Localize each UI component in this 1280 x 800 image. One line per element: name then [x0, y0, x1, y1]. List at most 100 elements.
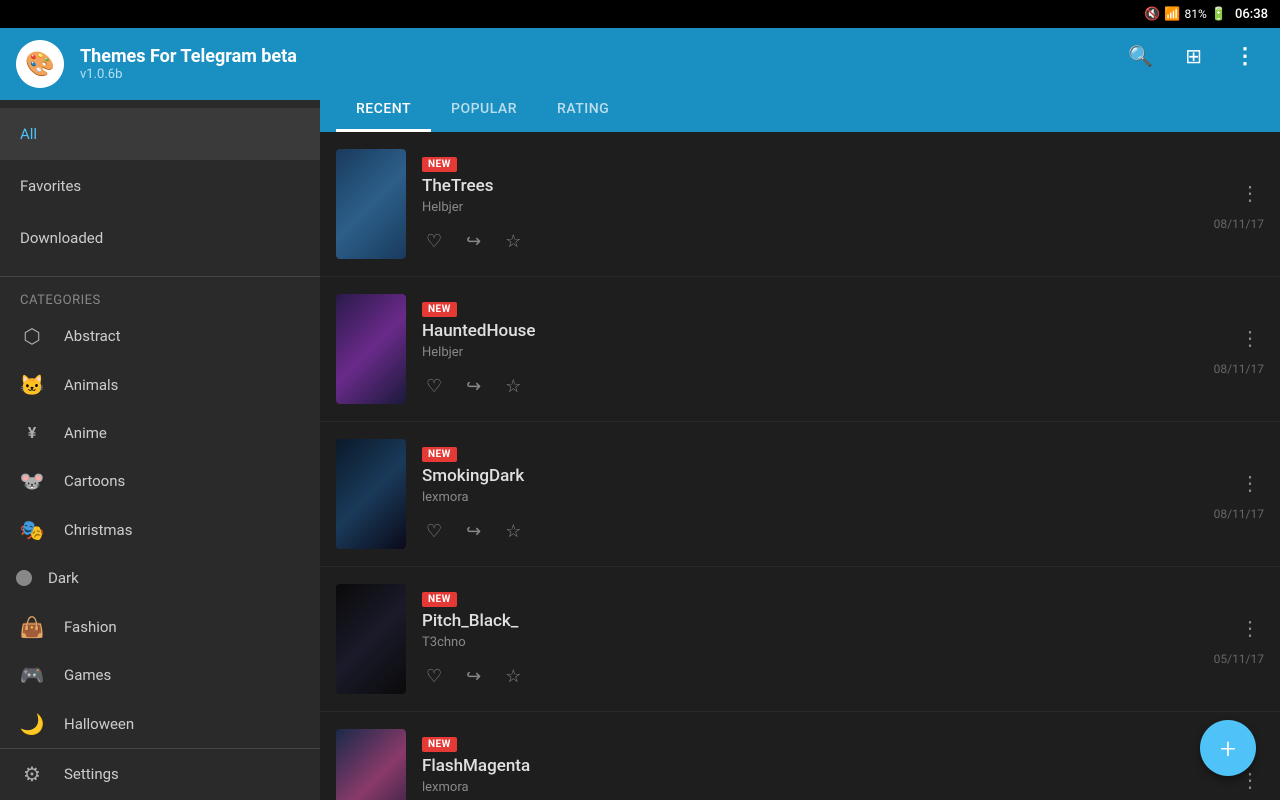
theme-actions: ♡ ↪ ☆ — [422, 517, 1198, 546]
sidebar-item-downloaded[interactable]: Downloaded — [0, 212, 320, 264]
tab-recent[interactable]: RECENT — [336, 89, 431, 132]
theme-author: lexmora — [422, 780, 1220, 795]
battery-icon: 🔋 — [1211, 7, 1227, 22]
theme-item: NEW SmokingDark lexmora ♡ ↪ ☆ ⋮ 08/11/17 — [320, 422, 1280, 567]
themes-list: NEW TheTrees Helbjer ♡ ↪ ☆ ⋮ 08/11/17 — [320, 132, 1280, 800]
wifi-icon: 📶 — [1164, 7, 1180, 22]
share-icon[interactable]: ↪ — [462, 517, 485, 546]
theme-date: 08/11/17 — [1214, 217, 1264, 231]
theme-author: lexmora — [422, 490, 1198, 505]
fab-button[interactable]: + — [1200, 720, 1256, 776]
theme-thumbnail — [336, 584, 406, 694]
sidebar-item-animals[interactable]: 🐱 Animals — [0, 360, 320, 408]
theme-date: 05/11/17 — [1214, 652, 1264, 666]
dark-icon — [16, 570, 32, 586]
share-icon[interactable]: ↪ — [462, 662, 485, 691]
theme-item: NEW Pitch_Black_ T3chno ♡ ↪ ☆ ⋮ 05/11/17 — [320, 567, 1280, 712]
theme-meta: ⋮ 08/11/17 — [1198, 314, 1280, 384]
layout-icon[interactable]: ⊞ — [1177, 36, 1210, 76]
star-icon[interactable]: ☆ — [501, 517, 525, 546]
categories-label: Categories — [0, 281, 320, 312]
sidebar-item-dark[interactable]: Dark — [0, 554, 320, 602]
theme-item: NEW TheTrees Helbjer ♡ ↪ ☆ ⋮ 08/11/17 — [320, 132, 1280, 277]
star-icon[interactable]: ☆ — [501, 662, 525, 691]
theme-meta: ⋮ 08/11/17 — [1198, 169, 1280, 239]
logo-icon: 🎨 — [25, 50, 55, 78]
app-title-block: Themes For Telegram beta v1.0.6b — [80, 46, 297, 82]
halloween-icon: 🌙 — [16, 708, 48, 740]
more-options-icon[interactable]: ⋮ — [1236, 322, 1264, 354]
games-icon: 🎮 — [16, 659, 48, 691]
anime-icon: ¥ — [16, 417, 48, 449]
time-display: 06:38 — [1235, 7, 1268, 22]
like-icon[interactable]: ♡ — [422, 517, 446, 546]
theme-actions: ♡ ↪ ☆ — [422, 227, 1198, 256]
sidebar-nav: All Favorites Downloaded — [0, 100, 320, 272]
sidebar-item-all[interactable]: All — [0, 108, 320, 160]
like-icon[interactable]: ♡ — [422, 227, 446, 256]
theme-details: NEW HauntedHouse Helbjer ♡ ↪ ☆ — [422, 289, 1198, 409]
sidebar-item-favorites[interactable]: Favorites — [0, 160, 320, 212]
more-options-icon[interactable]: ⋮ — [1236, 612, 1264, 644]
theme-name: Pitch_Black_ — [422, 611, 1198, 631]
theme-name: HauntedHouse — [422, 321, 1198, 341]
theme-thumbnail — [336, 294, 406, 404]
settings-item[interactable]: ⚙ Settings — [0, 748, 320, 800]
new-badge: NEW — [422, 447, 457, 462]
theme-name: SmokingDark — [422, 466, 1198, 486]
tab-popular[interactable]: POPULAR — [431, 89, 537, 132]
sidebar-item-games[interactable]: 🎮 Games — [0, 651, 320, 699]
new-badge: NEW — [422, 157, 457, 172]
sidebar: 🎨 Themes For Telegram beta v1.0.6b All F… — [0, 28, 320, 800]
app-logo: 🎨 — [16, 40, 64, 88]
like-icon[interactable]: ♡ — [422, 372, 446, 401]
sidebar-item-anime[interactable]: ¥ Anime — [0, 409, 320, 457]
app-title: Themes For Telegram beta — [80, 46, 297, 67]
theme-details: NEW FlashMagenta lexmora ♡ ↪ ☆ — [422, 724, 1220, 800]
theme-details: NEW Pitch_Black_ T3chno ♡ ↪ ☆ — [422, 579, 1198, 699]
theme-item: NEW FlashMagenta lexmora ♡ ↪ ☆ ⋮ — [320, 712, 1280, 800]
main-content: 🔍 ⊞ ⋮ RECENT POPULAR RATING NEW TheTrees — [320, 28, 1280, 800]
sidebar-item-fashion[interactable]: 👜 Fashion — [0, 602, 320, 650]
theme-actions: ♡ ↪ ☆ — [422, 662, 1198, 691]
fashion-icon: 👜 — [16, 611, 48, 643]
tab-rating[interactable]: RATING — [537, 89, 629, 132]
theme-actions: ♡ ↪ ☆ — [422, 372, 1198, 401]
theme-thumbnail — [336, 439, 406, 549]
theme-thumbnail — [336, 149, 406, 259]
search-icon[interactable]: 🔍 — [1120, 36, 1161, 76]
tabs-bar: RECENT POPULAR RATING — [320, 84, 1280, 132]
settings-icon: ⚙ — [16, 758, 48, 790]
battery-level: 81% — [1185, 7, 1207, 21]
christmas-icon: 🎭 — [16, 514, 48, 546]
like-icon[interactable]: ♡ — [422, 662, 446, 691]
theme-thumbnail — [336, 729, 406, 800]
theme-item: NEW HauntedHouse Helbjer ♡ ↪ ☆ ⋮ 08/11/1… — [320, 277, 1280, 422]
theme-details: NEW SmokingDark lexmora ♡ ↪ ☆ — [422, 434, 1198, 554]
star-icon[interactable]: ☆ — [501, 227, 525, 256]
mute-icon: 🔇 — [1144, 7, 1160, 22]
theme-details: NEW TheTrees Helbjer ♡ ↪ ☆ — [422, 144, 1198, 264]
theme-author: Helbjer — [422, 345, 1198, 360]
theme-meta: ⋮ 08/11/17 — [1198, 459, 1280, 529]
app-version: v1.0.6b — [80, 67, 297, 82]
share-icon[interactable]: ↪ — [462, 227, 485, 256]
share-icon[interactable]: ↪ — [462, 372, 485, 401]
more-options-icon[interactable]: ⋮ — [1236, 467, 1264, 499]
theme-meta: ⋮ 05/11/17 — [1198, 604, 1280, 674]
cartoons-icon: 🐭 — [16, 465, 48, 497]
theme-name: TheTrees — [422, 176, 1198, 196]
sidebar-item-cartoons[interactable]: 🐭 Cartoons — [0, 457, 320, 505]
star-icon[interactable]: ☆ — [501, 372, 525, 401]
more-icon[interactable]: ⋮ — [1226, 36, 1264, 77]
sidebar-item-abstract[interactable]: ⬡ Abstract — [0, 312, 320, 360]
sidebar-item-christmas[interactable]: 🎭 Christmas — [0, 506, 320, 554]
more-options-icon[interactable]: ⋮ — [1236, 177, 1264, 209]
animals-icon: 🐱 — [16, 369, 48, 401]
abstract-icon: ⬡ — [16, 320, 48, 352]
new-badge: NEW — [422, 592, 457, 607]
status-bar: 🔇 📶 81% 🔋 06:38 — [0, 0, 1280, 28]
theme-author: Helbjer — [422, 200, 1198, 215]
theme-date: 08/11/17 — [1214, 507, 1264, 521]
sidebar-item-halloween[interactable]: 🌙 Halloween — [0, 699, 320, 747]
